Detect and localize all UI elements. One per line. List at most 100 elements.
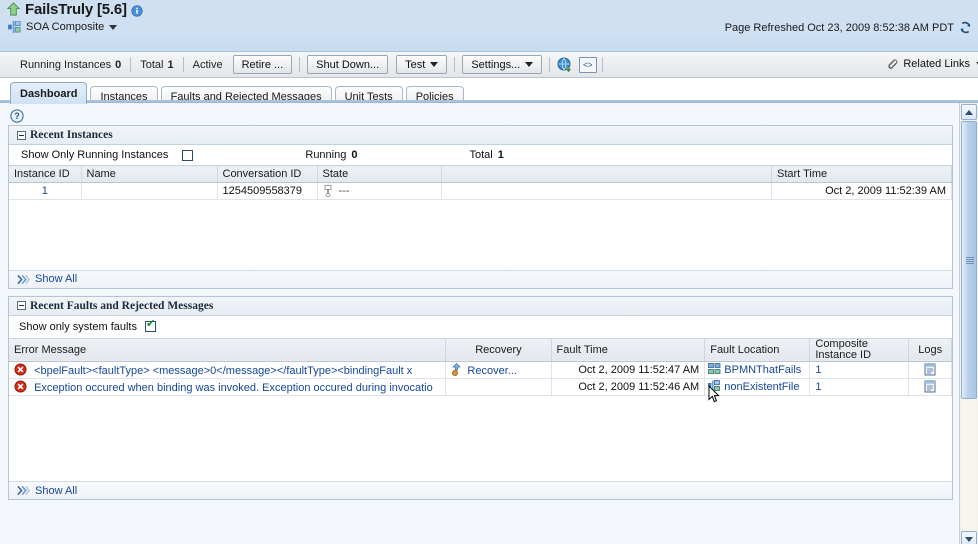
page-title: FailsTruly [5.6]	[25, 1, 127, 18]
total-metric: Total 1	[469, 149, 503, 161]
recent-instances-header[interactable]: Recent Instances	[9, 126, 952, 145]
help-question-icon[interactable]: ?	[10, 109, 24, 123]
divider	[602, 57, 604, 72]
composite-toolbar: Running Instances 0 Total 1 Active Retire …	[0, 52, 978, 78]
recent-faults-show-all[interactable]: Show All	[9, 481, 952, 499]
recent-instances-show-all[interactable]: Show All	[9, 269, 952, 288]
cell-conversation-id: 1254509558379	[217, 182, 318, 200]
svg-text:?: ?	[14, 111, 19, 121]
column-header-composite-instance-id[interactable]: Composite Instance ID	[809, 337, 910, 362]
chevron-down-icon	[109, 24, 118, 30]
composite-instance-id-link[interactable]: 1	[815, 381, 821, 393]
total-label: Total	[140, 58, 164, 71]
divider	[130, 57, 132, 72]
scrollbar-thumb[interactable]	[961, 121, 977, 399]
soa-composite-icon	[8, 21, 21, 33]
cell-logs[interactable]	[908, 361, 952, 379]
table-row[interactable]: 1 1254509558379 --- Oct 2, 2009 11:52:39…	[9, 182, 952, 200]
column-header-fault-time[interactable]: Fault Time	[551, 337, 706, 362]
total-label: Total	[469, 149, 493, 161]
recover-link[interactable]: Recover...	[467, 365, 517, 377]
composite-instance-id-link[interactable]: 1	[815, 364, 821, 376]
settings-button[interactable]: Settings...	[462, 55, 543, 74]
info-icon[interactable]	[131, 5, 143, 17]
error-circle-icon	[14, 379, 27, 393]
logs-icon[interactable]	[924, 363, 936, 376]
cell-instance-id[interactable]: 1	[9, 182, 82, 200]
table-filler-row	[9, 200, 952, 270]
retire-button[interactable]: Retire ...	[232, 55, 293, 74]
running-instances-stat: Running Instances 0	[14, 59, 127, 71]
source-code-button[interactable]: <>	[579, 56, 598, 73]
tab-dashboard[interactable]: Dashboard	[10, 82, 88, 104]
logs-icon[interactable]	[924, 380, 936, 393]
cell-fault-time: Oct 2, 2009 11:52:47 AM	[551, 361, 706, 379]
refresh-icon[interactable]	[959, 21, 972, 34]
collapse-toggle-icon[interactable]	[17, 130, 26, 140]
error-message-link[interactable]: <bpelFault><faultType> <message>0</messa…	[34, 365, 412, 377]
cell-fault-time: Oct 2, 2009 11:52:46 AM	[551, 378, 706, 396]
show-only-running-checkbox[interactable]	[182, 149, 194, 161]
error-message-link[interactable]: Exception occured when binding was invok…	[34, 382, 433, 394]
recent-instances-body: Show Only Running Instances Running 0 Tot…	[9, 145, 952, 288]
cell-fault-location[interactable]: BPMNThatFails	[704, 361, 811, 379]
adapter-component-icon	[708, 380, 721, 392]
vertical-scrollbar[interactable]	[959, 103, 978, 548]
table-row[interactable]: Exception occured when binding was invok…	[9, 378, 952, 402]
cell-name	[81, 182, 218, 200]
show-only-system-faults-checkbox[interactable]	[145, 319, 156, 332]
show-all-label[interactable]: Show All	[35, 485, 77, 497]
column-header-name[interactable]: Name	[81, 165, 218, 183]
running-value: 0	[351, 149, 358, 161]
retire-button-label: Retire ...	[241, 58, 284, 71]
column-header-error-message[interactable]: Error Message	[9, 337, 447, 362]
up-arrow-icon	[6, 2, 21, 16]
cell-logs[interactable]	[908, 378, 952, 396]
cell-error-message[interactable]: <bpelFault><faultType> <message>0</messa…	[9, 361, 447, 379]
column-header-recovery[interactable]: Recovery	[445, 337, 552, 362]
recent-instances-title: Recent Instances	[30, 129, 113, 141]
cell-composite-instance-id[interactable]: 1	[809, 378, 910, 396]
wsdl-button[interactable]	[555, 55, 575, 74]
total-value: 1	[167, 58, 174, 71]
soa-composite-selector[interactable]: SOA Composite	[8, 21, 118, 33]
column-header-logs[interactable]: Logs	[908, 337, 952, 362]
recent-faults-header[interactable]: Recent Faults and Rejected Messages	[9, 296, 952, 316]
table-header-row: Error Message Recovery Fault Time Fault …	[9, 337, 952, 362]
table-row[interactable]: <bpelFault><faultType> <message>0</messa…	[9, 361, 952, 379]
instance-id-link[interactable]: 1	[42, 185, 48, 197]
column-header-state[interactable]: State	[317, 165, 442, 183]
collapse-toggle-icon[interactable]	[17, 301, 26, 310]
double-chevron-icon	[17, 274, 30, 284]
cell-composite-instance-id[interactable]: 1	[809, 361, 910, 379]
cell-blank	[441, 182, 772, 200]
active-status: Active	[192, 58, 223, 71]
svg-text:<>: <>	[583, 61, 593, 70]
test-button[interactable]: Test	[396, 55, 448, 74]
scroll-up-button[interactable]	[961, 104, 977, 120]
divider	[454, 57, 456, 72]
page-header: FailsTruly [5.6] SOA Composite Page Refr…	[0, 0, 978, 52]
tab-bar: Dashboard Instances Faults and Rejected …	[0, 78, 978, 106]
divider	[299, 57, 301, 72]
show-all-label[interactable]: Show All	[35, 273, 77, 285]
page-refreshed-text: Page Refreshed Oct 23, 2009 8:52:38 AM P…	[724, 21, 954, 34]
column-header-conversation-id[interactable]: Conversation ID	[217, 165, 318, 183]
fault-location-link[interactable]: BPMNThatFails	[724, 364, 801, 376]
cell-fault-location[interactable]: nonExistentFile	[704, 378, 811, 402]
globe-arrow-icon	[557, 57, 572, 72]
recent-faults-filter-row: Show only system faults	[9, 315, 952, 338]
tab-label: Dashboard	[20, 87, 78, 100]
help-row: ?	[8, 107, 953, 125]
state-unknown-icon	[324, 185, 331, 197]
running-label: Running	[305, 149, 347, 161]
cell-error-message[interactable]: Exception occured when binding was invok…	[9, 378, 447, 396]
fault-location-link[interactable]: nonExistentFile	[724, 381, 799, 393]
shutdown-button[interactable]: Shut Down...	[307, 55, 389, 74]
cell-recovery[interactable]: Recover...	[445, 361, 552, 379]
recover-icon	[452, 362, 462, 376]
column-header-instance-id[interactable]: Instance ID	[9, 165, 82, 183]
column-header-start-time[interactable]: Start Time	[771, 165, 952, 183]
column-header-fault-location[interactable]: Fault Location	[704, 337, 811, 362]
related-links-menu[interactable]: Related Links	[885, 57, 978, 71]
